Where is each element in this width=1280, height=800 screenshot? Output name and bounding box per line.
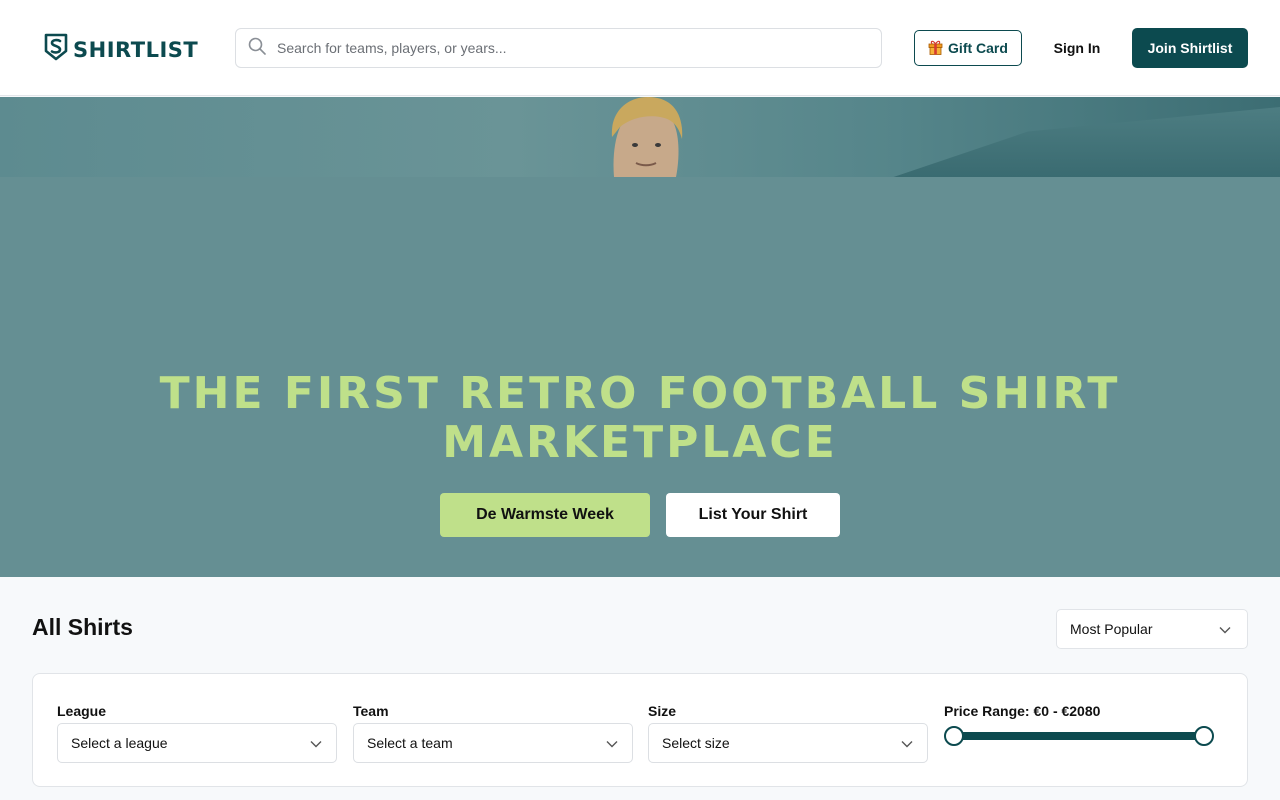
brand-name: SHIRTLIST [73, 37, 199, 62]
hero-title: THE FIRST RETRO FOOTBALL SHIRT MARKETPLA… [140, 369, 1140, 467]
league-select-value: Select a league [71, 735, 168, 751]
de-warmste-week-button[interactable]: De Warmste Week [440, 493, 650, 537]
chevron-down-icon [606, 735, 618, 751]
list-your-shirt-button[interactable]: List Your Shirt [666, 493, 840, 537]
join-button[interactable]: Join Shirtlist [1132, 28, 1248, 68]
sort-selected-value: Most Popular [1070, 621, 1153, 637]
hero-title-line2: MARKETPLACE [442, 417, 838, 468]
gift-card-button[interactable]: Gift Card [914, 30, 1022, 66]
price-min-handle[interactable] [944, 726, 964, 746]
search-icon [248, 37, 266, 60]
chevron-down-icon [310, 735, 322, 751]
hero-background-photo [0, 97, 1280, 177]
gift-card-label: Gift Card [948, 40, 1008, 56]
league-filter: League Select a league [57, 703, 337, 763]
team-select-value: Select a team [367, 735, 453, 751]
price-range-slider[interactable] [944, 725, 1214, 747]
chevron-down-icon [1219, 621, 1231, 637]
search-bar[interactable] [235, 28, 882, 68]
size-filter: Size Select size [648, 703, 928, 763]
site-header: SHIRTLIST Gift Card Sign In Join Shirtli… [0, 0, 1280, 96]
size-select[interactable]: Select size [648, 723, 928, 763]
price-range-track [954, 732, 1204, 740]
price-range-filter: Price Range: €0 - €2080 [944, 703, 1224, 747]
stadium-wall-graphic [893, 107, 1280, 177]
all-shirts-heading: All Shirts [32, 614, 133, 640]
price-range-label: Price Range: €0 - €2080 [944, 703, 1101, 719]
size-label: Size [648, 703, 677, 719]
price-max-handle[interactable] [1194, 726, 1214, 746]
league-label: League [57, 703, 107, 719]
player-photo [608, 97, 684, 177]
shield-s-icon [44, 33, 68, 66]
team-filter: Team Select a team [353, 703, 633, 763]
search-input[interactable] [275, 39, 855, 57]
sign-in-link[interactable]: Sign In [1040, 30, 1114, 66]
league-select[interactable]: Select a league [57, 723, 337, 763]
filter-panel: League Select a league Team Select a tea… [32, 673, 1248, 787]
gift-icon [928, 39, 943, 58]
size-select-value: Select size [662, 735, 730, 751]
sort-dropdown[interactable]: Most Popular [1056, 609, 1248, 649]
chevron-down-icon [901, 735, 913, 751]
brand-logo[interactable]: SHIRTLIST [44, 33, 198, 66]
hero-title-line1: THE FIRST RETRO FOOTBALL SHIRT [159, 368, 1121, 419]
team-select[interactable]: Select a team [353, 723, 633, 763]
hero-banner: THE FIRST RETRO FOOTBALL SHIRT MARKETPLA… [0, 97, 1280, 577]
team-label: Team [353, 703, 389, 719]
